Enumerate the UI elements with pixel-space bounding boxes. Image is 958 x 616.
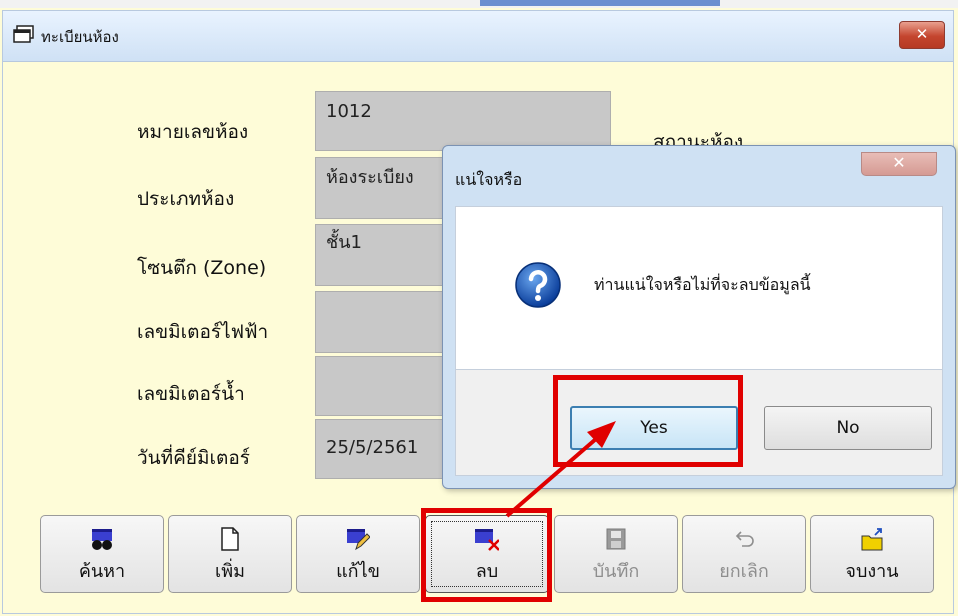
meter-date-field[interactable]: 25/5/2561	[315, 419, 455, 479]
water-meter-field[interactable]	[315, 356, 455, 416]
no-button[interactable]: No	[764, 406, 932, 450]
save-button[interactable]: บันทึก	[554, 515, 678, 593]
search-button[interactable]: ค้นหา	[40, 515, 164, 593]
new-document-icon	[221, 527, 239, 551]
dialog-title: แน่ใจหรือ	[455, 170, 523, 189]
title-bar: ทะเบียนห้อง ✕	[3, 11, 953, 62]
window-close-button[interactable]: ✕	[899, 21, 945, 49]
save-button-label: บันทึก	[592, 561, 640, 582]
app-window-icon	[13, 25, 34, 43]
add-button[interactable]: เพิ่ม	[168, 515, 292, 593]
exit-folder-icon	[861, 528, 883, 551]
zone-field[interactable]: ชั้น1	[315, 224, 455, 286]
exit-button-label: จบงาน	[845, 561, 899, 582]
dialog-close-button[interactable]: ✕	[861, 152, 937, 176]
edit-button-label: แก้ไข	[336, 561, 380, 582]
room-type-label: ประเภทห้อง	[137, 188, 235, 210]
cancel-button-label: ยกเลิก	[719, 561, 769, 582]
room-number-field[interactable]: 1012	[315, 91, 611, 151]
undo-icon	[735, 531, 754, 547]
search-button-label: ค้นหา	[78, 561, 126, 582]
dialog-message: ท่านแน่ใจหรือไม่ที่จะลบข้อมูลนี้	[594, 275, 811, 294]
electric-meter-label: เลขมิเตอร์ไฟฟ้า	[137, 321, 269, 343]
water-meter-label: เลขมิเตอร์น้ำ	[137, 383, 245, 405]
cancel-button[interactable]: ยกเลิก	[682, 515, 806, 593]
edit-pencil-icon	[347, 529, 370, 551]
electric-meter-field[interactable]	[315, 291, 455, 353]
edit-button[interactable]: แก้ไข	[296, 515, 420, 593]
question-icon	[515, 262, 561, 308]
meter-date-label: วันที่คีย์มิเตอร์	[137, 447, 250, 469]
delete-button-highlight	[421, 508, 552, 602]
window-title: ทะเบียนห้อง	[41, 28, 119, 46]
room-type-field[interactable]: ห้องระเบียง	[315, 157, 455, 219]
zone-label: โซนตึก (Zone)	[137, 257, 267, 279]
add-button-label: เพิ่ม	[215, 561, 245, 582]
yes-button-highlight	[553, 375, 743, 467]
floppy-disk-icon	[606, 528, 626, 550]
background-window-strip	[0, 0, 958, 8]
exit-button[interactable]: จบงาน	[810, 515, 934, 593]
dialog-message-area: ท่านแน่ใจหรือไม่ที่จะลบข้อมูลนี้	[455, 206, 943, 370]
binoculars-icon	[92, 529, 112, 550]
room-number-label: หมายเลขห้อง	[137, 121, 249, 143]
